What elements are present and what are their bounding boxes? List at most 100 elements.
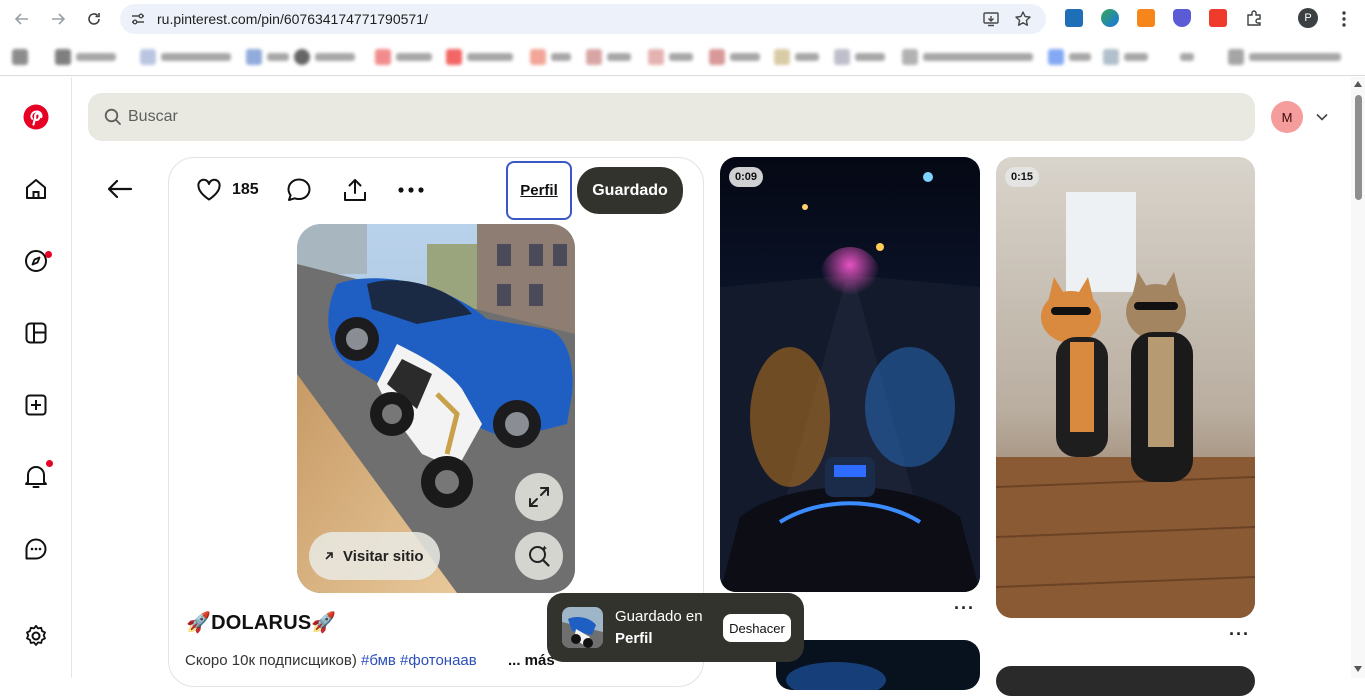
toast-pin-thumbnail bbox=[562, 607, 603, 648]
bookmark-item[interactable] bbox=[1048, 49, 1091, 65]
bookmarks-bar bbox=[0, 38, 1365, 76]
feed-pin-more-dots-icon[interactable]: ··· bbox=[954, 598, 975, 619]
bookmark-item[interactable] bbox=[246, 49, 289, 65]
search-icon bbox=[104, 108, 121, 125]
pin-description-text: Скоро 10к подписщиков) bbox=[185, 652, 361, 669]
feed-pin-video[interactable]: 0:15 bbox=[996, 157, 1255, 618]
explore-notification-dot bbox=[45, 251, 52, 258]
board-select-button[interactable]: Perfil bbox=[506, 161, 572, 220]
install-app-icon[interactable] bbox=[982, 10, 1000, 28]
address-bar[interactable]: ru.pinterest.com/pin/607634174771790571/ bbox=[120, 4, 1046, 34]
next-pin-thumbnail bbox=[786, 662, 886, 690]
video-duration-badge: 0:15 bbox=[1005, 167, 1040, 187]
comment-button[interactable] bbox=[286, 175, 312, 205]
toast-line-1: Guardado en bbox=[615, 608, 703, 625]
description-more-link[interactable]: ... más bbox=[508, 652, 555, 669]
video-duration-badge: 0:09 bbox=[729, 167, 764, 187]
bookmark-item[interactable] bbox=[586, 49, 631, 65]
extensions-puzzle-icon[interactable] bbox=[1245, 9, 1263, 27]
toast-board-name[interactable]: Perfil bbox=[615, 628, 703, 650]
boards-icon[interactable] bbox=[22, 319, 50, 347]
feed-pin-more-dots-icon[interactable]: ··· bbox=[1229, 624, 1250, 645]
extension-link-icon[interactable] bbox=[1101, 9, 1119, 27]
pin-image[interactable]: Visitar sitio bbox=[297, 224, 575, 593]
bookmark-item[interactable] bbox=[1180, 49, 1194, 65]
search-bar[interactable]: Buscar bbox=[88, 93, 1255, 141]
account-avatar[interactable]: M bbox=[1271, 101, 1303, 133]
video-thumbnail-night-ride bbox=[720, 157, 980, 592]
pinterest-sidebar bbox=[0, 77, 72, 678]
saved-button[interactable]: Guardado bbox=[577, 167, 683, 214]
extension-red-icon[interactable] bbox=[1209, 9, 1227, 27]
visit-site-label: Visitar sitio bbox=[343, 547, 424, 565]
bookmark-item[interactable] bbox=[12, 49, 28, 65]
comment-bubble-icon bbox=[287, 178, 311, 201]
feed-pin-video[interactable]: 0:09 bbox=[720, 157, 980, 592]
bookmark-star-icon[interactable] bbox=[1014, 10, 1032, 28]
more-options-button[interactable] bbox=[398, 175, 424, 205]
home-icon[interactable] bbox=[22, 175, 50, 203]
bookmark-item[interactable] bbox=[1228, 49, 1341, 65]
visual-search-lens-icon bbox=[529, 545, 550, 567]
metamask-fox-icon[interactable] bbox=[1137, 9, 1155, 27]
extension-s-icon[interactable] bbox=[1065, 9, 1083, 27]
back-arrow-icon[interactable] bbox=[11, 8, 33, 30]
bookmark-item[interactable] bbox=[530, 49, 571, 65]
expand-arrows-icon bbox=[529, 487, 549, 507]
search-placeholder: Buscar bbox=[128, 108, 178, 125]
feed-pin-next[interactable] bbox=[776, 640, 980, 690]
heart-icon bbox=[197, 178, 221, 201]
bookmark-item[interactable] bbox=[709, 49, 760, 65]
notifications-bell-icon[interactable] bbox=[22, 460, 53, 491]
scrollbar-thumb[interactable] bbox=[1355, 95, 1362, 200]
saved-toast: Guardado en Perfil Deshacer bbox=[547, 593, 804, 662]
shield-extension-icon[interactable] bbox=[1173, 9, 1191, 27]
settings-gear-icon[interactable] bbox=[22, 622, 50, 650]
pin-hashtags[interactable]: #бмв #фотонаав bbox=[361, 652, 477, 669]
bookmark-item[interactable] bbox=[834, 49, 885, 65]
page-scrollbar[interactable] bbox=[1351, 77, 1365, 678]
scroll-up-arrow-icon[interactable] bbox=[1354, 81, 1362, 87]
like-button[interactable]: 185 bbox=[196, 175, 259, 205]
toast-thumbnail bbox=[562, 607, 603, 648]
more-dots-icon bbox=[398, 187, 424, 193]
browser-toolbar: ru.pinterest.com/pin/607634174771790571/… bbox=[0, 0, 1365, 38]
site-info-icon[interactable] bbox=[129, 10, 147, 28]
browser-menu-icon[interactable] bbox=[1333, 8, 1355, 30]
back-arrow-icon bbox=[107, 179, 133, 199]
pinterest-logo-icon[interactable] bbox=[22, 103, 50, 131]
bookmark-item[interactable] bbox=[55, 49, 116, 65]
account-chevron-down-icon[interactable] bbox=[1314, 109, 1330, 125]
explore-compass-icon[interactable] bbox=[22, 247, 52, 275]
create-plus-icon[interactable] bbox=[22, 391, 50, 419]
expand-button[interactable] bbox=[515, 473, 563, 521]
scroll-down-arrow-icon[interactable] bbox=[1354, 666, 1362, 672]
pin-title: 🚀DOLARUS🚀 bbox=[186, 612, 337, 634]
back-button[interactable] bbox=[104, 173, 136, 205]
visual-search-button[interactable] bbox=[515, 532, 563, 580]
url-text: ru.pinterest.com/pin/607634174771790571/ bbox=[157, 11, 428, 27]
bookmark-item[interactable] bbox=[375, 49, 432, 65]
pin-description: Скоро 10к подписщиков) #бмв #фотонаав bbox=[185, 652, 505, 669]
bookmark-item[interactable] bbox=[902, 49, 1033, 65]
share-button[interactable] bbox=[342, 175, 368, 205]
reload-icon[interactable] bbox=[83, 8, 105, 30]
bookmark-item[interactable] bbox=[140, 49, 231, 65]
share-upload-icon bbox=[344, 179, 366, 201]
messages-icon[interactable] bbox=[22, 535, 50, 563]
like-count: 185 bbox=[232, 181, 259, 198]
bookmark-item[interactable] bbox=[1103, 49, 1148, 65]
bookmark-item[interactable] bbox=[294, 49, 355, 65]
toast-message: Guardado en Perfil bbox=[615, 606, 703, 650]
feed-pin-next[interactable] bbox=[996, 666, 1255, 696]
forward-arrow-icon[interactable] bbox=[47, 8, 69, 30]
browser-profile-avatar[interactable]: P bbox=[1298, 8, 1318, 28]
bookmark-item[interactable] bbox=[648, 49, 693, 65]
external-arrow-icon bbox=[325, 552, 333, 560]
bookmark-item[interactable] bbox=[774, 49, 819, 65]
undo-button[interactable]: Deshacer bbox=[723, 614, 791, 642]
bookmark-item[interactable] bbox=[446, 49, 513, 65]
visit-site-button[interactable]: Visitar sitio bbox=[309, 532, 440, 580]
video-thumbnail-kittens bbox=[996, 157, 1255, 618]
notifications-red-dot bbox=[46, 460, 53, 467]
